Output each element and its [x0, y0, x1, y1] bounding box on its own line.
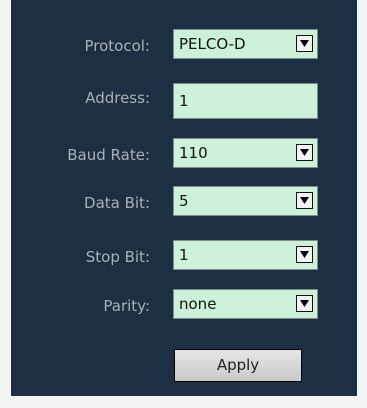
protocol-value: PELCO-D: [179, 35, 246, 53]
data-bit-value: 5: [179, 192, 189, 210]
protocol-select[interactable]: PELCO-D: [173, 29, 318, 59]
data-bit-row: Data Bit: 5: [11, 183, 357, 223]
chevron-down-icon[interactable]: [296, 246, 313, 263]
data-bit-select[interactable]: 5: [173, 186, 318, 216]
baud-rate-row: Baud Rate: 110: [11, 135, 357, 175]
stop-bit-row: Stop Bit: 1: [11, 237, 357, 277]
apply-button[interactable]: Apply: [174, 349, 302, 382]
chevron-down-icon[interactable]: [296, 144, 313, 161]
protocol-row: Protocol: PELCO-D: [11, 26, 357, 66]
stop-bit-label: Stop Bit:: [85, 248, 150, 266]
ptz-settings-panel: Protocol: PELCO-D Address: 1 Baud Rate: …: [11, 0, 357, 396]
parity-row: Parity: none: [11, 286, 357, 326]
address-input[interactable]: 1: [173, 83, 318, 119]
chevron-down-icon[interactable]: [296, 35, 313, 52]
stop-bit-select[interactable]: 1: [173, 240, 318, 270]
baud-rate-value: 110: [179, 144, 208, 162]
address-label: Address:: [85, 89, 150, 107]
chevron-down-icon[interactable]: [296, 192, 313, 209]
parity-value: none: [179, 295, 217, 313]
address-row: Address: 1: [11, 80, 357, 120]
protocol-label: Protocol:: [84, 37, 150, 55]
stop-bit-value: 1: [179, 246, 189, 264]
parity-select[interactable]: none: [173, 289, 318, 319]
baud-rate-label: Baud Rate:: [67, 146, 150, 164]
baud-rate-select[interactable]: 110: [173, 138, 318, 168]
parity-label: Parity:: [103, 297, 150, 315]
data-bit-label: Data Bit:: [84, 194, 150, 212]
chevron-down-icon[interactable]: [296, 295, 313, 312]
